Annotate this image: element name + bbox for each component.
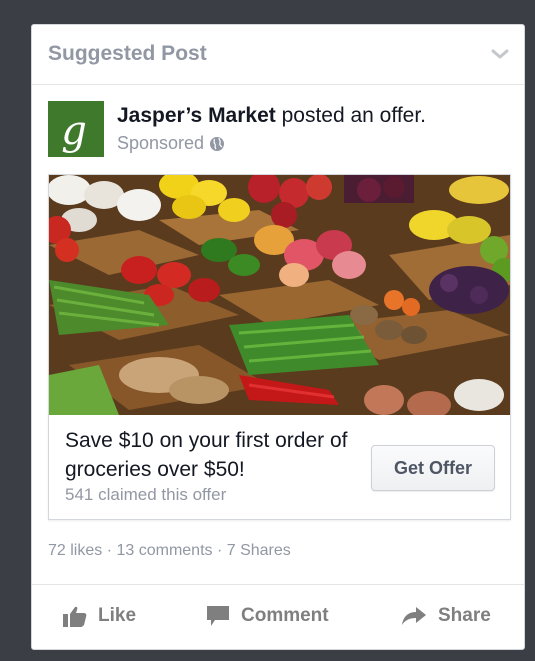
comment-button[interactable]: Comment <box>206 605 329 627</box>
comment-label: Comment <box>241 605 329 626</box>
post-action-text: posted an offer. <box>275 104 426 127</box>
suggested-post-card: Suggested Post g Jasper’s Market posted … <box>31 24 525 650</box>
post-actions-bar: Like Comment Share <box>32 584 524 649</box>
globe-icon <box>210 136 225 151</box>
like-label: Like <box>98 605 137 626</box>
sponsored-line: Sponsored <box>117 133 225 154</box>
avatar-letter: g <box>61 108 87 154</box>
offer-description: Save $10 on your first order of grocerie… <box>65 429 348 481</box>
thumbs-up-icon <box>63 606 87 627</box>
post-author-line: Jasper’s Market posted an offer. <box>117 104 426 128</box>
share-button[interactable]: Share <box>401 605 491 627</box>
page-name-link[interactable]: Jasper’s Market <box>117 104 276 127</box>
sponsored-label[interactable]: Sponsored <box>117 133 204 154</box>
chevron-down-icon[interactable] <box>490 46 510 62</box>
engagement-stats[interactable]: 72 likes · 13 comments · 7 Shares <box>48 542 291 560</box>
suggested-post-label: Suggested Post <box>48 42 207 65</box>
produce-photo <box>49 175 510 415</box>
comment-icon <box>207 606 229 626</box>
offer-claimed-count: 541 claimed this offer <box>65 485 227 504</box>
get-offer-button[interactable]: Get Offer <box>371 445 495 491</box>
share-label: Share <box>438 605 491 626</box>
share-arrow-icon <box>402 607 426 625</box>
offer-attachment[interactable]: Save $10 on your first order of grocerie… <box>48 174 511 520</box>
page-logo-avatar[interactable]: g <box>48 101 104 157</box>
like-button[interactable]: Like <box>63 605 136 627</box>
card-header: Suggested Post <box>32 25 524 85</box>
